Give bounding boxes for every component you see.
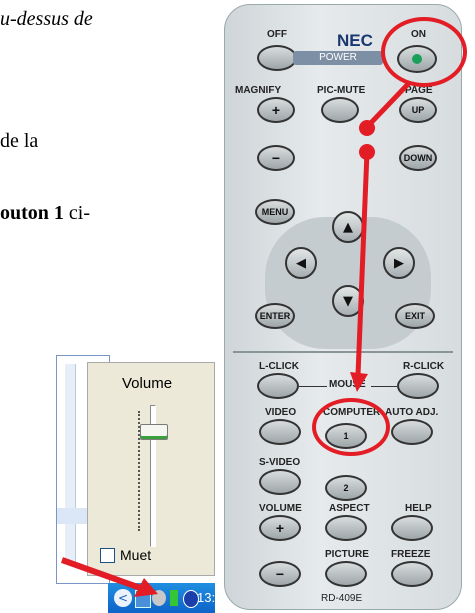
red-connector-lines (350, 80, 412, 392)
red-dot-top (359, 120, 375, 136)
red-dot-bottom (359, 144, 375, 160)
